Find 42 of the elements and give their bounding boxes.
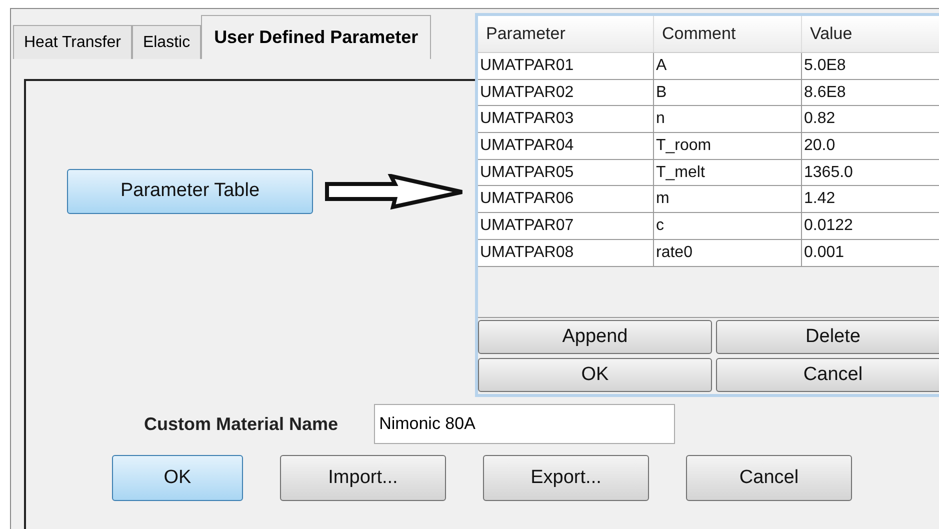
field-label: Custom Material Name (144, 412, 338, 436)
table-cell: T_room (654, 133, 802, 159)
table-cell: UMATPAR04 (478, 133, 654, 159)
table-cell: m (654, 186, 802, 212)
table-cell: 8.6E8 (802, 80, 939, 106)
button[interactable]: OK (112, 455, 243, 501)
column-header[interactable]: Parameter (478, 16, 654, 52)
table-cell: n (654, 106, 802, 132)
table-cell: 0.001 (802, 240, 939, 266)
table-cell: UMATPAR05 (478, 160, 654, 186)
button[interactable]: OK (478, 358, 712, 392)
table-cell: T_melt (654, 160, 802, 186)
table-cell: 1365.0 (802, 160, 939, 186)
tab[interactable]: Heat Transfer (13, 25, 132, 59)
button[interactable]: Import... (280, 455, 446, 501)
table-cell: c (654, 213, 802, 239)
tab[interactable]: User Defined Parameter (201, 15, 432, 59)
table-cell: UMATPAR08 (478, 240, 654, 266)
button[interactable]: Append (478, 320, 712, 354)
table-cell: UMATPAR03 (478, 106, 654, 132)
button[interactable]: Export... (483, 455, 649, 501)
table-cell: 0.82 (802, 106, 939, 132)
column-header[interactable]: Comment (654, 16, 802, 52)
button[interactable]: Cancel (716, 358, 939, 392)
table-cell: A (654, 53, 802, 79)
arrow-icon (325, 174, 464, 210)
column-header[interactable]: Value (802, 16, 939, 52)
table-cell: 20.0 (802, 133, 939, 159)
table-cell: 1.42 (802, 186, 939, 212)
table-cell: UMATPAR07 (478, 213, 654, 239)
table-cell: rate0 (654, 240, 802, 266)
button[interactable]: Cancel (686, 455, 852, 501)
button[interactable]: Delete (716, 320, 939, 354)
table-cell: 0.0122 (802, 213, 939, 239)
table-cell: UMATPAR02 (478, 80, 654, 106)
table-cell: UMATPAR06 (478, 186, 654, 212)
button[interactable]: Parameter Table (67, 169, 313, 214)
table-cell: 5.0E8 (802, 53, 939, 79)
table-cell: UMATPAR01 (478, 53, 654, 79)
table-cell: B (654, 80, 802, 106)
input-field[interactable]: Nimonic 80A (374, 404, 676, 444)
tab[interactable]: Elastic (132, 25, 202, 59)
